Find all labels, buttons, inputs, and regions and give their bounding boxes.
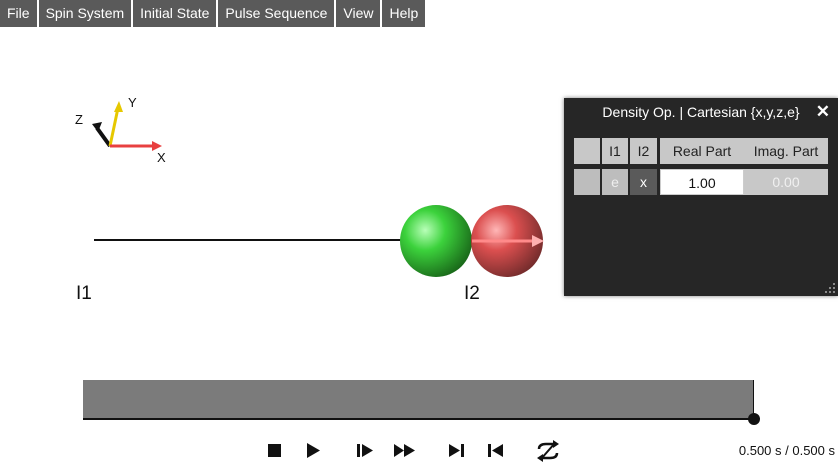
loop-icon[interactable] [535, 440, 561, 462]
spin-i1-sphere[interactable] [400, 205, 472, 277]
axes-gizmo: Z Y X [75, 95, 166, 165]
timeline-track[interactable] [83, 380, 754, 420]
corner-header-cell [574, 138, 600, 164]
row-i2-cell[interactable]: x [630, 169, 657, 195]
menu-help[interactable]: Help [382, 0, 426, 27]
column-header-imag-part: Imag. Part [744, 138, 828, 164]
resize-grip-icon[interactable] [824, 282, 836, 294]
column-header-real-part: Real Part [660, 138, 744, 164]
menu-pulse-sequence[interactable]: Pulse Sequence [218, 0, 335, 27]
menu-bar: File Spin System Initial State Pulse Seq… [0, 0, 426, 28]
menu-view[interactable]: View [336, 0, 381, 27]
menu-initial-state[interactable]: Initial State [133, 0, 217, 27]
stop-icon[interactable] [266, 441, 284, 459]
row-selector-cell[interactable] [574, 169, 600, 195]
close-icon[interactable]: ✕ [816, 98, 830, 126]
timeline-scrubber-handle[interactable] [748, 413, 760, 425]
density-operator-panel: Density Op. | Cartesian {x,y,z,e} ✕ I1 I… [564, 98, 838, 296]
column-header-i1: I1 [602, 138, 628, 164]
menu-spin-system[interactable]: Spin System [38, 0, 132, 27]
panel-title: Density Op. | Cartesian {x,y,z,e} [602, 104, 800, 120]
imag-part-input[interactable]: 0.00 [744, 169, 828, 195]
spin-i2-label: I2 [464, 283, 480, 304]
real-part-input[interactable]: 1.00 [660, 169, 744, 195]
column-header-i2: I2 [630, 138, 657, 164]
z-axis [95, 126, 112, 148]
skip-to-start-icon[interactable] [486, 441, 506, 459]
row-i1-cell[interactable]: e [602, 169, 628, 195]
y-axis-arrowhead [114, 101, 123, 112]
spin-i1-label: I1 [76, 283, 92, 304]
time-readout: 0.500 s / 0.500 s [738, 443, 835, 458]
step-forward-icon[interactable] [355, 441, 375, 459]
panel-header[interactable]: Density Op. | Cartesian {x,y,z,e} ✕ [564, 98, 838, 126]
y-axis [108, 107, 120, 147]
play-icon[interactable] [304, 441, 322, 459]
z-axis-label: Z [75, 112, 83, 127]
fast-forward-icon[interactable] [393, 441, 417, 459]
skip-to-end-icon[interactable] [447, 441, 467, 459]
menu-file[interactable]: File [0, 0, 37, 27]
y-axis-label: Y [128, 95, 137, 110]
x-axis-label: X [157, 150, 166, 165]
